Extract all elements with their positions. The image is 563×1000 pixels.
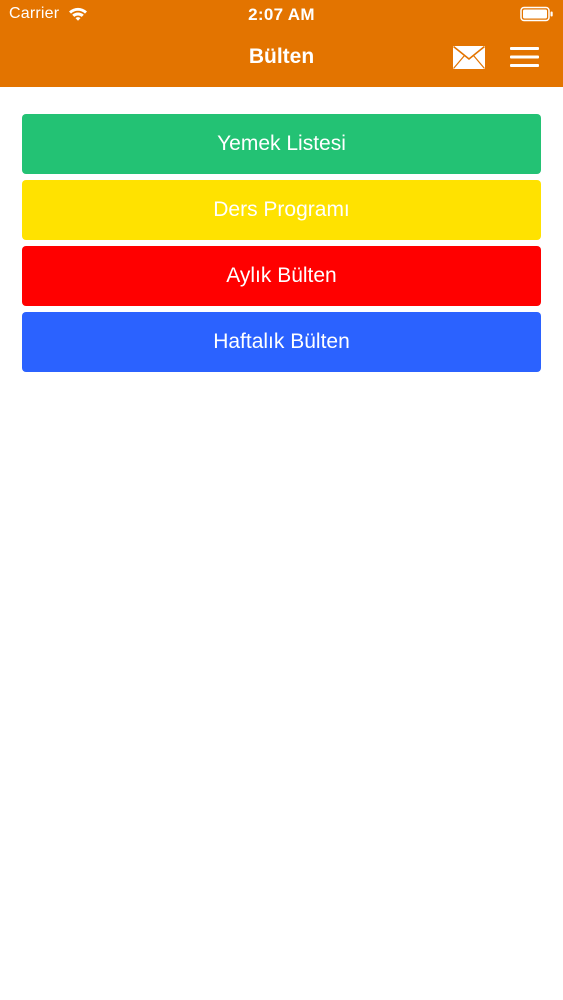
header: Carrier 2:07 AM Bülten — [0, 0, 563, 87]
menu-icon[interactable] — [510, 46, 539, 68]
status-bar: Carrier 2:07 AM — [0, 0, 563, 30]
aylik-bulten-button[interactable]: Aylık Bülten — [22, 246, 541, 306]
menu-list: Yemek Listesi Ders Programı Aylık Bülten… — [22, 114, 541, 378]
yemek-listesi-button[interactable]: Yemek Listesi — [22, 114, 541, 174]
haftalik-bulten-button[interactable]: Haftalık Bülten — [22, 312, 541, 372]
status-time: 2:07 AM — [248, 5, 315, 24]
mail-icon[interactable] — [452, 45, 486, 70]
ders-programi-button[interactable]: Ders Programı — [22, 180, 541, 240]
battery-icon — [520, 6, 553, 22]
